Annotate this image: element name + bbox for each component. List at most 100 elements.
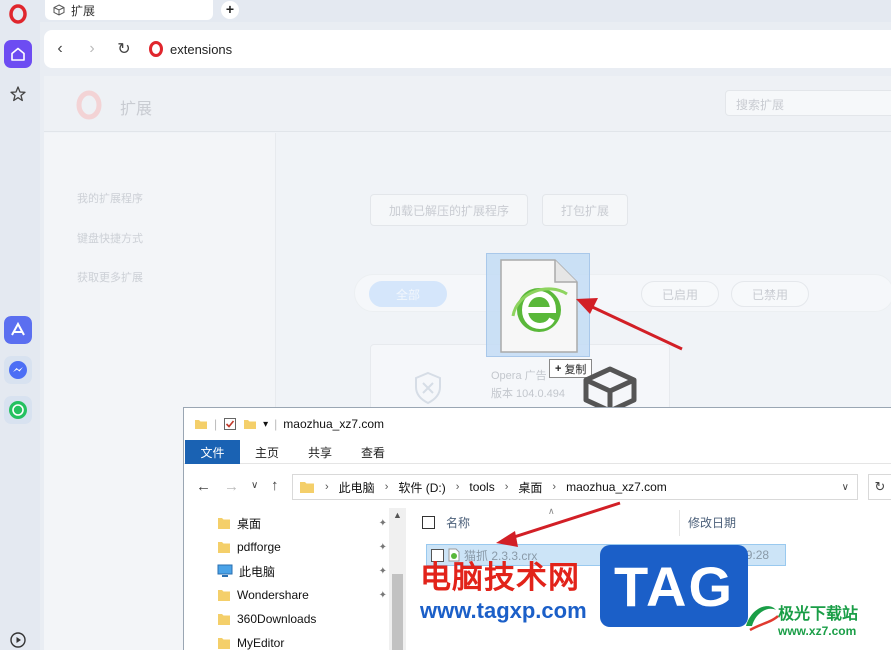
extension-version: 版本 104.0.494 xyxy=(491,388,565,400)
nav-keyboard-shortcuts[interactable]: 键盘快捷方式 xyxy=(77,230,143,246)
new-tab-button[interactable]: + xyxy=(221,1,239,19)
watermark-tag: TAG xyxy=(600,545,748,627)
column-date[interactable]: 修改日期 xyxy=(688,514,736,531)
messenger-button[interactable] xyxy=(4,356,32,384)
tab-strip: 扩展 + xyxy=(40,0,891,22)
pin-icon: ✦ xyxy=(378,565,387,577)
explorer-nav-bar: ← → ∨ ↑ › 此电脑 › 软件 (D:) › tools › 桌面 › m… xyxy=(184,470,891,504)
tree-label: 360Downloads xyxy=(237,612,317,626)
refresh-button[interactable]: ↻ xyxy=(868,474,891,500)
pin-icon: ✦ xyxy=(378,517,387,529)
column-divider[interactable] xyxy=(679,510,680,536)
chevron-left-icon: ‹ xyxy=(57,40,63,57)
player-button[interactable] xyxy=(4,626,32,650)
ribbon-share-tab[interactable]: 共享 xyxy=(308,440,332,464)
extension-name: Opera 广告 xyxy=(491,370,547,382)
folder-icon xyxy=(195,420,207,429)
url-text[interactable]: extensions xyxy=(170,42,232,57)
explorer-title-bar: | ▾ | maozhua_xz7.com xyxy=(184,408,891,440)
folder-icon xyxy=(300,482,314,493)
customize-toolbar-icon[interactable]: ▾ xyxy=(263,419,268,430)
crumb-drive-d[interactable]: 软件 (D:) xyxy=(398,479,445,496)
extensions-title: 扩展 xyxy=(120,101,153,118)
pack-extension-button[interactable]: 打包扩展 xyxy=(542,194,628,226)
opera-logo-icon[interactable] xyxy=(8,4,28,24)
app-store-icon xyxy=(4,316,32,344)
home-button[interactable] xyxy=(4,40,32,68)
crumb-maozhua[interactable]: maozhua_xz7.com xyxy=(566,480,667,494)
up-arrow-icon[interactable]: ↑ xyxy=(271,477,279,494)
crumb-separator: › xyxy=(552,481,557,493)
crumb-separator: › xyxy=(504,481,509,493)
whatsapp-button[interactable] xyxy=(4,396,32,424)
home-icon xyxy=(11,47,25,61)
crumb-this-pc[interactable]: 此电脑 xyxy=(339,479,375,496)
folder-icon xyxy=(218,518,230,529)
tab-extensions[interactable]: 扩展 xyxy=(45,0,213,20)
refresh-icon: ↻ xyxy=(874,479,886,494)
pin-icon: ✦ xyxy=(378,541,387,553)
watermark-site-cn: 极光下载站 xyxy=(778,606,859,623)
load-unpacked-button[interactable]: 加载已解压的扩展程序 xyxy=(370,194,528,226)
extensions-header: 扩展 搜索扩展 xyxy=(44,76,891,132)
reload-button[interactable]: ↻ xyxy=(108,30,140,68)
back-button[interactable]: ‹ xyxy=(44,30,76,68)
window-title: maozhua_xz7.com xyxy=(283,417,384,431)
column-name[interactable]: 名称 xyxy=(446,514,470,531)
path-dropdown-icon[interactable]: ∨ xyxy=(842,482,849,493)
forward-arrow-icon[interactable]: → xyxy=(224,478,239,495)
tree-item-pdfforge[interactable]: pdfforge ✦ xyxy=(217,536,387,558)
folder-icon xyxy=(218,542,230,553)
back-arrow-icon[interactable]: ← xyxy=(196,478,211,495)
watermark-cn: 电脑技术网 xyxy=(420,560,580,595)
tree-item-myeditor[interactable]: MyEditor xyxy=(217,632,387,650)
star-icon xyxy=(10,86,26,102)
checkmark-icon[interactable] xyxy=(223,417,237,431)
ribbon-view-tab[interactable]: 查看 xyxy=(361,440,385,464)
cube-icon xyxy=(53,4,65,16)
address-bar: ‹ › ↻ extensions xyxy=(44,30,891,68)
drag-ghost xyxy=(486,253,590,357)
tree-label: 此电脑 xyxy=(239,564,276,579)
opera-logo-faded-icon xyxy=(76,90,102,120)
crumb-desktop[interactable]: 桌面 xyxy=(518,479,542,496)
chevron-right-icon: › xyxy=(89,40,95,57)
tree-item-360downloads[interactable]: 360Downloads xyxy=(217,608,387,630)
bookmarks-button[interactable] xyxy=(4,80,32,108)
nav-my-extensions[interactable]: 我的扩展程序 xyxy=(77,190,143,206)
reload-icon: ↻ xyxy=(117,41,131,58)
scroll-up-icon[interactable]: ▲ xyxy=(393,510,402,520)
nav-get-more-extensions[interactable]: 获取更多扩展 xyxy=(77,269,143,285)
opera-sidebar xyxy=(0,0,40,650)
ribbon-home-tab[interactable]: 主页 xyxy=(255,440,279,464)
messenger-icon xyxy=(4,356,32,384)
recent-chevron-icon[interactable]: ∨ xyxy=(251,480,258,491)
folder-icon xyxy=(218,638,230,649)
filter-disabled[interactable]: 已禁用 xyxy=(731,281,809,307)
tree-item-desktop[interactable]: 桌面 ✦ xyxy=(217,512,387,534)
tree-item-wondershare[interactable]: Wondershare ✦ xyxy=(217,584,387,606)
app-store-button[interactable] xyxy=(4,316,32,344)
shield-icon xyxy=(415,371,441,405)
scroll-thumb[interactable] xyxy=(392,574,403,650)
forward-button[interactable]: › xyxy=(76,30,108,68)
tree-item-this-pc[interactable]: 此电脑 ✦ xyxy=(217,560,387,582)
crumb-separator: › xyxy=(325,481,329,493)
explorer-path-bar[interactable]: › 此电脑 › 软件 (D:) › tools › 桌面 › maozhua_x… xyxy=(292,474,858,500)
select-all-checkbox[interactable] xyxy=(422,516,435,529)
extension-filters: 全部 已启用 已禁用 xyxy=(354,274,891,312)
navigation-scrollbar[interactable]: ▲ xyxy=(389,508,406,650)
tree-label: 桌面 xyxy=(237,516,262,531)
ribbon-file-tab[interactable]: 文件 xyxy=(185,440,240,464)
filter-enabled[interactable]: 已启用 xyxy=(641,281,719,307)
folder-icon[interactable] xyxy=(243,417,257,431)
watermark-url: www.tagxp.com xyxy=(420,598,587,623)
tab-title: 扩展 xyxy=(71,3,96,18)
watermark-site-url: www.xz7.com xyxy=(778,624,857,638)
extensions-search-input[interactable]: 搜索扩展 xyxy=(725,90,891,116)
filter-all[interactable]: 全部 xyxy=(369,281,447,307)
crumb-tools[interactable]: tools xyxy=(469,480,494,494)
folder-icon xyxy=(218,590,230,601)
plus-icon: + xyxy=(555,362,562,375)
tree-label: pdfforge xyxy=(237,540,281,554)
